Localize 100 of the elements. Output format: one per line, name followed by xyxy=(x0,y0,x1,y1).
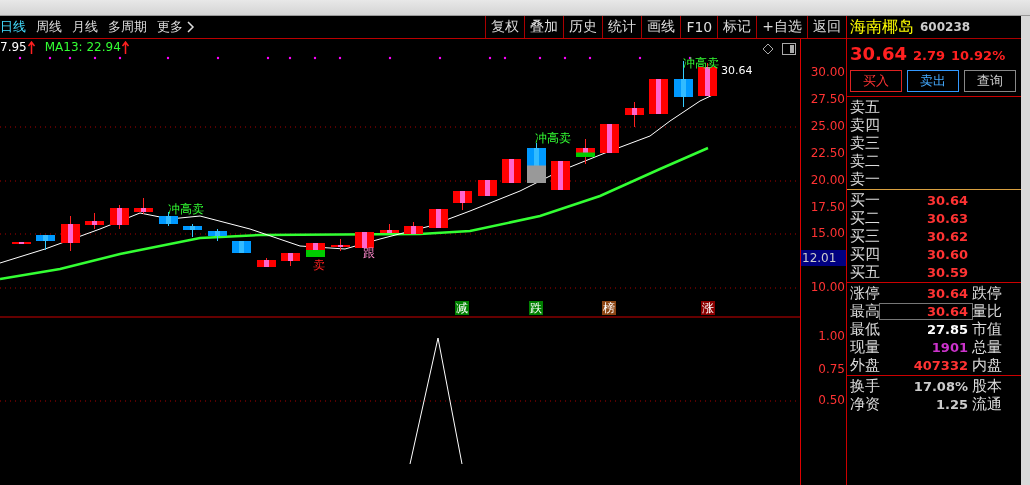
bid-price: 30.62 xyxy=(925,228,969,244)
signal-flag: 涨 xyxy=(701,301,715,315)
axis-label: 10.00 xyxy=(810,280,845,294)
axis-label: 27.50 xyxy=(810,92,845,106)
trade-button[interactable]: 卖出 xyxy=(907,70,959,92)
bid-price: 30.64 xyxy=(925,192,969,208)
stat-label: 跌停 xyxy=(972,283,1002,303)
stat-value: 1.25 xyxy=(934,396,969,412)
chevron-right-icon xyxy=(187,21,195,33)
stat-label: 内盘 xyxy=(972,355,1002,375)
bid-level-label: 买四 xyxy=(850,244,880,264)
candlestick xyxy=(551,160,570,191)
trade-button[interactable]: 买入 xyxy=(850,70,902,92)
candlestick xyxy=(502,158,521,184)
candlestick xyxy=(478,179,497,197)
candlestick xyxy=(257,257,276,268)
bid-level-label: 买二 xyxy=(850,208,880,228)
current-price-marker: 12.01 xyxy=(801,250,846,266)
signal-flag: 跌 xyxy=(529,301,543,315)
stock-code: 600238 xyxy=(920,20,971,34)
stat-label: 量比 xyxy=(972,301,1002,321)
candlestick xyxy=(61,215,80,252)
bid-level-label: 买三 xyxy=(850,226,880,246)
stock-price: 30.64 xyxy=(850,43,907,64)
period-tab[interactable]: 周线 xyxy=(36,18,62,36)
ask-level-label: 卖二 xyxy=(850,151,880,171)
panel-toggle-icon[interactable] xyxy=(782,43,796,55)
stat-value: 30.64 xyxy=(925,285,969,301)
signal-label: 冲高卖 xyxy=(535,130,571,147)
stat-label: 涨停 xyxy=(850,283,880,303)
stat-value: 1901 xyxy=(930,339,969,355)
period-tab[interactable]: 月线 xyxy=(72,18,98,36)
stat-label: 股本 xyxy=(972,376,1002,396)
candlestick xyxy=(429,208,448,229)
last-price-label: 30.64 xyxy=(721,64,753,77)
stat-value: 407332 xyxy=(912,357,969,373)
ask-level-label: 卖三 xyxy=(850,133,880,153)
legend-value: MA13: 22.94 xyxy=(44,40,121,54)
candlestick xyxy=(208,228,227,242)
candlestick xyxy=(183,223,202,238)
diamond-icon[interactable] xyxy=(762,43,774,55)
candlestick xyxy=(453,190,472,211)
stat-label: 净资 xyxy=(850,394,880,414)
stat-value: 30.64 xyxy=(880,303,972,319)
stat-label: 流通 xyxy=(972,394,1002,414)
signal-flag: 减 xyxy=(455,301,469,315)
candlestick xyxy=(600,123,619,154)
axis-label: 17.50 xyxy=(810,200,845,214)
stat-label: 最低 xyxy=(850,319,880,339)
price-change-percent: 10.92% xyxy=(951,48,1006,63)
candlestick xyxy=(134,197,153,215)
trade-button[interactable]: 查询 xyxy=(964,70,1016,92)
candlestick xyxy=(404,221,423,235)
candlestick xyxy=(625,101,644,128)
axis-label: 1.00 xyxy=(818,329,845,343)
candlestick xyxy=(355,231,374,249)
candlestick xyxy=(36,234,55,251)
axis-label: 25.00 xyxy=(810,119,845,133)
signal-label: 冲高卖 xyxy=(683,55,719,72)
axis-label: 0.50 xyxy=(818,393,845,407)
price-change: 2.79 xyxy=(912,48,945,63)
stock-name: 海南椰岛 xyxy=(850,16,914,38)
period-tab[interactable]: 日线 xyxy=(0,18,26,36)
axis-label: 0.75 xyxy=(818,362,845,376)
candlestick xyxy=(281,252,300,267)
candlestick xyxy=(331,238,350,252)
candlestick xyxy=(527,142,546,184)
axis-label: 22.50 xyxy=(810,146,845,160)
bid-price: 30.63 xyxy=(925,210,969,226)
candlestick xyxy=(649,78,668,115)
legend-value: 7.95 xyxy=(0,40,27,54)
bid-level-label: 买一 xyxy=(850,190,880,210)
candlestick xyxy=(232,240,251,254)
candlestick xyxy=(85,212,104,230)
stat-value: 27.85 xyxy=(925,321,969,337)
candlestick xyxy=(12,241,31,245)
signal-flag: 榜 xyxy=(602,301,616,315)
ask-level-label: 卖四 xyxy=(850,115,880,135)
candlestick xyxy=(380,223,399,234)
signal-label: 卖 xyxy=(313,257,325,274)
ask-level-label: 卖一 xyxy=(850,169,880,189)
stat-label: 换手 xyxy=(850,376,880,396)
signal-label: 冲高卖 xyxy=(168,201,204,218)
candlestick xyxy=(576,138,595,165)
candlestick xyxy=(110,204,129,230)
signal-label: 跟 xyxy=(363,245,375,262)
stat-label: 市值 xyxy=(972,319,1002,339)
stat-label: 总量 xyxy=(972,337,1002,357)
up-arrow-icon xyxy=(121,40,129,54)
bid-price: 30.60 xyxy=(925,246,969,262)
period-tab[interactable]: 多周期 xyxy=(108,18,147,36)
candlestick xyxy=(306,242,325,258)
ask-level-label: 卖五 xyxy=(850,97,880,117)
stat-value: 17.08% xyxy=(912,378,969,394)
bid-level-label: 买五 xyxy=(850,262,880,282)
stat-label: 现量 xyxy=(850,337,880,357)
axis-label: 15.00 xyxy=(810,226,845,240)
bid-price: 30.59 xyxy=(925,264,969,280)
stat-label: 最高 xyxy=(850,301,880,321)
period-tab[interactable]: 更多 xyxy=(157,18,195,36)
